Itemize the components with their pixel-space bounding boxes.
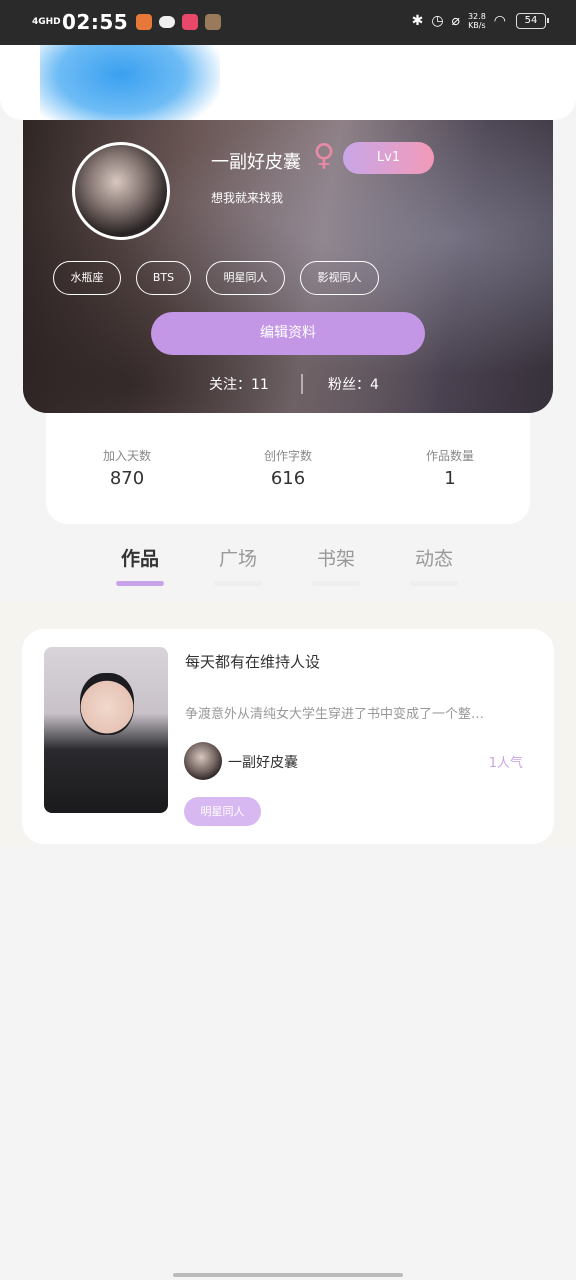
cloud-icon: [159, 16, 176, 28]
tab-indicator: [116, 581, 164, 586]
status-time: 02:55: [62, 10, 129, 34]
tab-works[interactable]: 作品: [92, 544, 188, 586]
wifi-icon: ◠: [493, 13, 506, 29]
top-decoration: [40, 45, 220, 120]
stat-value: 616: [270, 468, 306, 489]
tag-chip[interactable]: 影视同人: [300, 261, 379, 295]
tab-label: 作品: [120, 548, 159, 570]
app-notification-icon: [182, 14, 199, 30]
author-name: 一副好皮囊: [228, 755, 298, 771]
tag-chip[interactable]: 水瓶座: [53, 261, 121, 295]
following-count[interactable]: 关注：11: [209, 374, 269, 394]
stat-join-days: 加入天数 870: [67, 447, 187, 489]
stat-word-count: 创作字数 616: [228, 447, 348, 489]
bluetooth-icon: ✱: [411, 13, 424, 29]
username: 一副好皮囊: [211, 152, 301, 173]
tag-chip[interactable]: BTS: [136, 261, 191, 295]
home-indicator[interactable]: [173, 1273, 403, 1277]
profile-card: 一副好皮囊 ♀ Lv1 想我就来找我 水瓶座 BTS 明星同人 影视同人 编辑资…: [23, 120, 553, 413]
alarm-icon: ◷: [431, 13, 444, 29]
tag-chip[interactable]: 明星同人: [206, 261, 285, 295]
back-icon[interactable]: ‹: [20, 71, 44, 107]
female-icon: ♀: [313, 138, 335, 173]
app-notification-icon: [205, 14, 222, 30]
stats-card: 加入天数 870 创作字数 616 作品数量 1: [46, 395, 530, 524]
tab-bar: 作品 广场 书架 动态: [92, 544, 492, 589]
work-title[interactable]: 每天都有在维持人设: [185, 651, 320, 672]
edit-profile-button[interactable]: 编辑资料: [151, 312, 425, 355]
tab-bookshelf[interactable]: 书架: [288, 544, 384, 586]
tab-label: 动态: [414, 548, 453, 570]
stat-label: 创作字数: [263, 449, 312, 463]
stat-value: 1: [444, 468, 456, 489]
mute-icon: ⌀: [451, 13, 460, 29]
avatar[interactable]: [72, 142, 170, 240]
fans-count[interactable]: 粉丝：4: [328, 374, 379, 394]
tab-label: 书架: [316, 548, 355, 570]
popularity-count: 1人气: [488, 756, 523, 771]
stat-work-count: 作品数量 1: [390, 447, 510, 489]
network-indicator: 4GHD: [32, 17, 61, 27]
tab-activity[interactable]: 动态: [386, 544, 482, 586]
follow-stats: 关注：11 粉丝：4: [23, 374, 553, 394]
tab-indicator: [214, 581, 262, 586]
stat-label: 加入天数: [102, 449, 151, 463]
work-card[interactable]: 每天都有在维持人设 争渡意外从清纯女大学生穿进了书中变成了一个整… 一副好皮囊 …: [22, 629, 554, 844]
tab-label: 广场: [218, 548, 257, 570]
divider: [301, 374, 303, 394]
bio: 想我就来找我: [211, 191, 284, 205]
work-tag[interactable]: 明星同人: [184, 797, 261, 826]
app-notification-icon: [136, 14, 153, 30]
speed-value: 32.8: [467, 12, 486, 21]
speed-unit: KB/s: [468, 21, 486, 30]
tab-indicator: [410, 581, 458, 586]
stat-label: 作品数量: [425, 449, 474, 463]
work-description: 争渡意外从清纯女大学生穿进了书中变成了一个整…: [185, 707, 485, 722]
top-bar: ‹: [0, 45, 576, 120]
battery-icon: 54: [516, 13, 549, 29]
author-avatar[interactable]: [184, 742, 222, 780]
works-list: 每天都有在维持人设 争渡意外从清纯女大学生穿进了书中变成了一个整… 一副好皮囊 …: [0, 602, 576, 844]
level-badge: Lv1: [343, 142, 434, 174]
network-speed: 32.8 KB/s: [468, 12, 486, 30]
cover-figure: [80, 673, 134, 735]
work-cover-image[interactable]: [44, 647, 168, 813]
tab-indicator: [312, 581, 360, 586]
tab-square[interactable]: 广场: [190, 544, 286, 586]
stat-value: 870: [109, 468, 145, 489]
status-bar: 4GHD 02:55 ✱ ◷ ⌀ 32.8 KB/s ◠ 54: [0, 0, 576, 45]
tag-list: 水瓶座 BTS 明星同人 影视同人: [53, 261, 394, 295]
